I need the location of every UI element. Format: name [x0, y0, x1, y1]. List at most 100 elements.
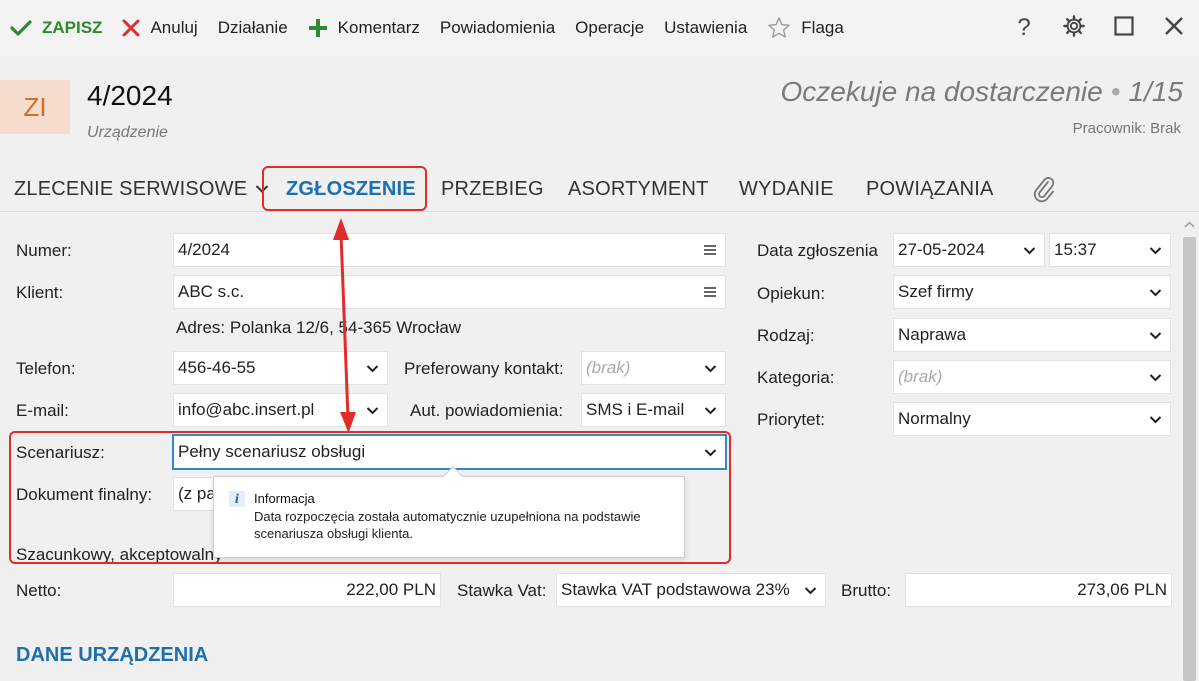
date-value: 27-05-2024	[898, 240, 985, 259]
maximize-button[interactable]	[1099, 0, 1149, 56]
maximize-icon	[1114, 15, 1134, 41]
cancel-label: Anuluj	[150, 18, 198, 37]
action-menu[interactable]: Działanie	[218, 0, 288, 56]
client-field[interactable]: ABC s.c.	[173, 275, 726, 309]
status-text: Oczekuje na dostarczenie	[780, 76, 1103, 107]
settings-menu[interactable]: Ustawienia	[664, 0, 747, 56]
record-header: ZI 4/2024 Urządzenie Oczekuje na dostarc…	[0, 56, 1199, 166]
flag-label: Flaga	[801, 18, 844, 37]
vertical-scrollbar[interactable]	[1180, 212, 1199, 681]
request-form: Numer: 4/2024 Klient: ABC s.c. Adres: Po…	[0, 212, 1180, 681]
close-icon	[1164, 16, 1184, 41]
tab-relations-label: POWIĄZANIA	[866, 177, 994, 200]
pref-contact-label: Preferowany kontakt:	[404, 359, 564, 378]
chevron-down-icon	[1144, 288, 1166, 297]
time-picker[interactable]: 15:37	[1049, 233, 1171, 267]
email-select[interactable]: info@abc.insert.pl	[173, 393, 388, 427]
info-tooltip: i Informacja Data rozpoczęcia została au…	[213, 466, 685, 558]
tab-history[interactable]: PRZEBIEG	[441, 166, 544, 212]
chevron-down-icon	[1144, 246, 1166, 255]
tab-service-order-label: ZLECENIE SERWISOWE	[14, 177, 248, 200]
notifications-button[interactable]: Powiadomienia	[440, 0, 555, 56]
save-button[interactable]: ZAPISZ	[10, 0, 102, 56]
kind-value: Naprawa	[898, 325, 967, 344]
pref-contact-select[interactable]: (brak)	[581, 351, 726, 385]
client-address: Adres: Polanka 12/6, 54-365 Wrocław	[176, 318, 462, 337]
phone-select[interactable]: 456-46-55	[173, 351, 388, 385]
plus-icon	[308, 18, 328, 38]
save-label: ZAPISZ	[42, 18, 103, 37]
number-field[interactable]: 4/2024	[173, 233, 726, 267]
category-select[interactable]: (brak)	[893, 360, 1171, 394]
menu-icon[interactable]	[699, 245, 721, 255]
chevron-down-icon	[699, 364, 721, 373]
chevron-down-icon	[1144, 415, 1166, 424]
vat-select[interactable]: Stawka VAT podstawowa 23%	[556, 573, 826, 607]
tab-attachments[interactable]	[1032, 166, 1056, 212]
tab-service-order[interactable]: ZLECENIE SERWISOWE	[14, 166, 269, 212]
tooltip-text: Data rozpoczęcia została automatycznie u…	[254, 509, 641, 541]
tooltip-title: Informacja	[254, 491, 315, 506]
date-label: Data zgłoszenia	[757, 241, 878, 260]
auto-notif-select[interactable]: SMS i E-mail	[581, 393, 726, 427]
guardian-label: Opiekun:	[757, 284, 826, 303]
kind-label: Rodzaj:	[757, 326, 815, 345]
paperclip-icon	[1032, 175, 1056, 203]
number-value: 4/2024	[178, 240, 230, 259]
net-field[interactable]: 222,00 PLN	[173, 573, 441, 607]
auto-notif-label: Aut. powiadomienia:	[410, 401, 564, 420]
date-picker[interactable]: 27-05-2024	[893, 233, 1045, 267]
tab-bar: ZLECENIE SERWISOWE ZGŁOSZENIE PRZEBIEG A…	[0, 166, 1199, 212]
gear-icon	[1063, 14, 1085, 42]
client-label: Klient:	[16, 283, 64, 302]
priority-label: Priorytet:	[757, 410, 826, 429]
gross-label: Brutto:	[841, 581, 892, 600]
cancel-button[interactable]: Anuluj	[122, 0, 198, 56]
x-icon	[122, 19, 140, 37]
menu-icon[interactable]	[699, 287, 721, 297]
priority-select[interactable]: Normalny	[893, 402, 1171, 436]
chevron-down-icon	[1018, 246, 1040, 255]
record-badge: ZI	[0, 80, 70, 134]
help-button[interactable]: ?	[999, 0, 1049, 56]
gross-value: 273,06 PLN	[1077, 580, 1167, 599]
star-icon	[767, 16, 791, 40]
record-status: Oczekuje na dostarczenie • 1/15	[781, 76, 1184, 108]
phone-label: Telefon:	[16, 359, 76, 378]
comment-label: Komentarz	[337, 18, 420, 37]
section-device-data: DANE URZĄDZENIA	[16, 644, 209, 666]
toolbar: ZAPISZ Anuluj Działanie Komentarz Powiad…	[0, 0, 1199, 56]
settings-label: Ustawienia	[664, 18, 748, 37]
tab-relations[interactable]: POWIĄZANIA	[866, 166, 994, 212]
tab-assortment[interactable]: ASORTYMENT	[568, 166, 709, 212]
scrollbar-thumb[interactable]	[1183, 237, 1196, 681]
tab-release-label: WYDANIE	[739, 177, 834, 200]
chevron-down-icon	[361, 364, 383, 373]
gear-button[interactable]	[1049, 0, 1099, 56]
auto-notif-value: SMS i E-mail	[586, 400, 685, 419]
kind-select[interactable]: Naprawa	[893, 318, 1171, 352]
check-icon	[10, 19, 32, 37]
close-button[interactable]	[1149, 0, 1199, 56]
action-label: Działanie	[217, 18, 288, 37]
time-value: 15:37	[1054, 240, 1097, 259]
gross-field[interactable]: 273,06 PLN	[905, 573, 1172, 607]
operations-menu[interactable]: Operacje	[575, 0, 644, 56]
info-icon: i	[229, 491, 245, 507]
comment-button[interactable]: Komentarz	[308, 0, 420, 56]
net-value: 222,00 PLN	[346, 580, 436, 599]
scroll-up-icon[interactable]	[1183, 218, 1196, 230]
number-label: Numer:	[16, 241, 72, 260]
flag-button[interactable]: Flaga	[767, 0, 844, 56]
chevron-down-icon	[1144, 331, 1166, 340]
guardian-select[interactable]: Szef firmy	[893, 275, 1171, 309]
phone-value: 456-46-55	[178, 358, 256, 377]
tab-history-label: PRZEBIEG	[441, 177, 544, 200]
client-value: ABC s.c.	[178, 282, 245, 301]
category-label: Kategoria:	[757, 368, 835, 387]
tab-release[interactable]: WYDANIE	[739, 166, 834, 212]
guardian-value: Szef firmy	[898, 282, 974, 301]
vat-label: Stawka Vat:	[457, 581, 547, 600]
email-value: info@abc.insert.pl	[178, 400, 315, 419]
status-progress[interactable]: 1/15	[1129, 76, 1184, 107]
